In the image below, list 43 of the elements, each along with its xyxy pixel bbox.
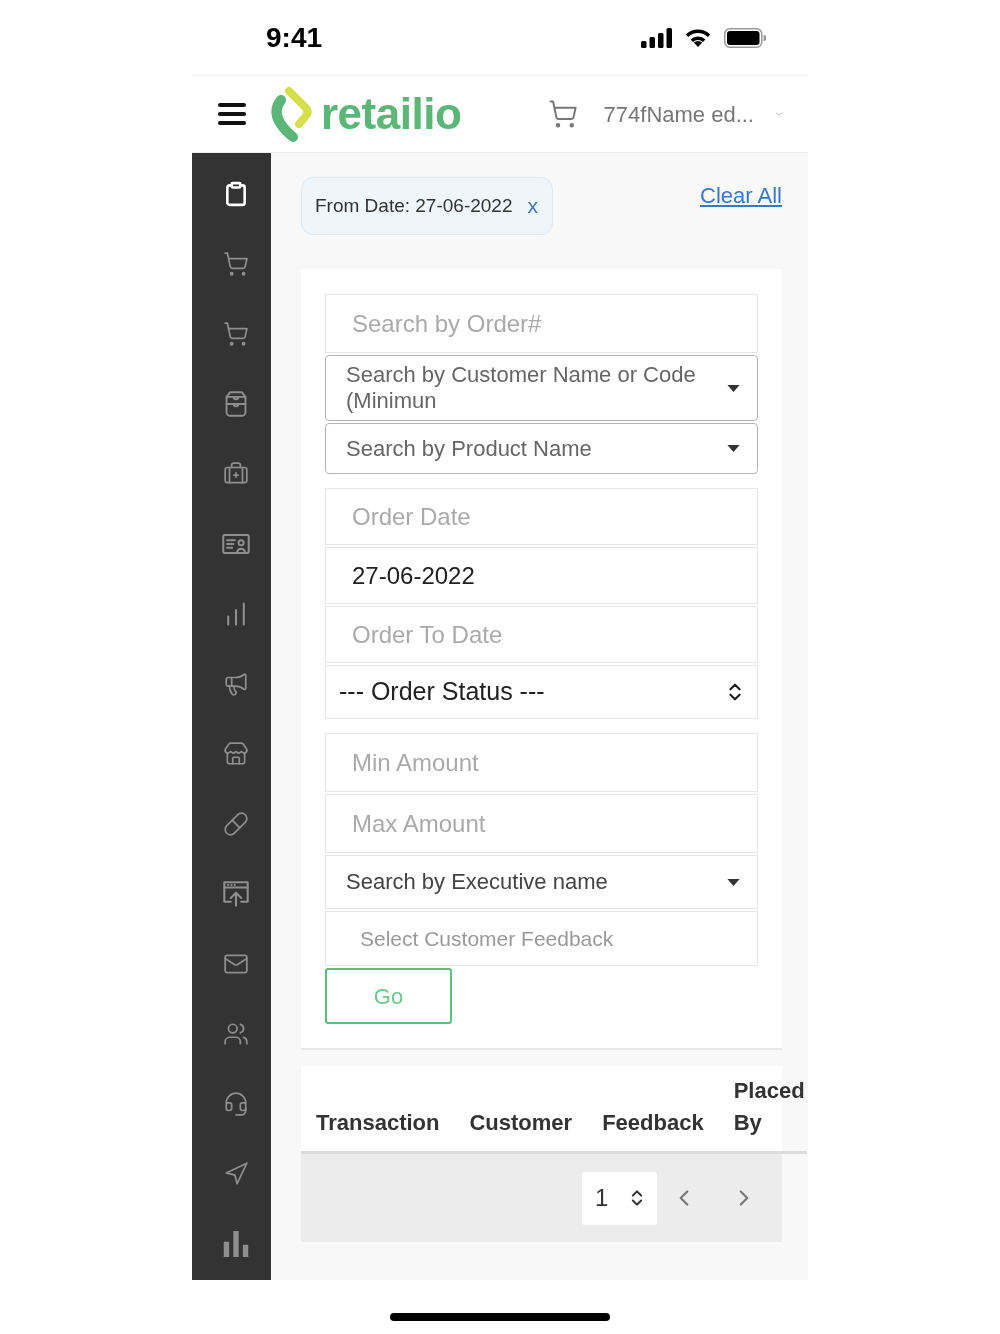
store-icon[interactable] — [222, 741, 250, 767]
navigation-arrow-icon[interactable] — [222, 1161, 250, 1187]
brand-name: retailio — [321, 92, 462, 136]
column-header: Customer — [468, 1109, 574, 1137]
date-field[interactable]: Order To Date — [325, 606, 758, 663]
users-icon[interactable] — [222, 1021, 250, 1047]
wifi-icon — [685, 28, 711, 47]
clipboard-icon[interactable] — [223, 180, 249, 208]
chip-label: From Date: 27-06-2022 — [315, 193, 513, 218]
date-field[interactable]: 27-06-2022 — [325, 547, 758, 604]
page-size-select[interactable]: 1 — [582, 1171, 657, 1225]
input-field[interactable]: Min Amount — [325, 733, 758, 792]
column-header: Feedback — [601, 1109, 705, 1137]
column-header: Placed By — [732, 1077, 806, 1137]
upload-icon[interactable] — [222, 881, 250, 907]
mail-icon[interactable] — [222, 951, 250, 977]
bar-chart-icon[interactable] — [222, 1231, 250, 1257]
cart-icon[interactable] — [222, 321, 250, 347]
logo-icon — [270, 86, 312, 142]
signal-icon — [641, 27, 672, 48]
pill-icon[interactable] — [222, 811, 250, 837]
input-field[interactable]: Max Amount — [325, 794, 758, 853]
search-dropdown[interactable]: Search by Executive name — [325, 855, 758, 909]
input-field[interactable]: Search by Order# — [325, 294, 758, 353]
caret-icon — [727, 384, 740, 392]
remove-chip-button[interactable]: x — [527, 194, 538, 218]
search-dropdown[interactable]: Search by Customer Name or Code (Minimun — [325, 355, 758, 421]
search-dropdown[interactable]: Search by Product Name — [325, 423, 758, 474]
cart-icon[interactable] — [222, 251, 250, 277]
menu-icon[interactable] — [218, 103, 246, 125]
column-header: Transaction — [315, 1109, 441, 1137]
caret-icon — [727, 878, 740, 886]
id-card-icon[interactable] — [222, 531, 250, 557]
status-select[interactable]: --- Order Status --- — [325, 665, 758, 719]
megaphone-icon[interactable] — [222, 671, 250, 697]
clear-all-link[interactable]: Clear All — [700, 179, 782, 212]
caret-icon — [727, 445, 740, 452]
medical-case-icon[interactable] — [222, 461, 250, 487]
status-time: 9:41 — [266, 23, 323, 52]
date-field[interactable]: Order Date — [325, 488, 758, 545]
account-name[interactable]: 774fName ed... — [603, 97, 754, 131]
battery-icon — [724, 27, 766, 48]
headset-icon[interactable] — [222, 1091, 250, 1117]
